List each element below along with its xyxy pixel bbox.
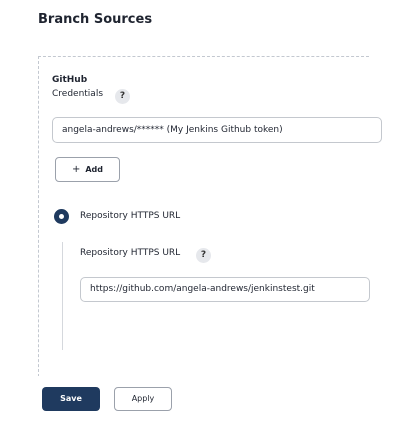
credentials-select[interactable]: angela-andrews/****** (My Jenkins Github…: [52, 117, 382, 143]
repository-https-url-radio-label[interactable]: Repository HTTPS URL: [80, 211, 180, 221]
add-credentials-button[interactable]: + Add: [55, 157, 120, 182]
nested-section-rule: [62, 242, 63, 350]
repository-url-help-icon[interactable]: ?: [196, 248, 211, 263]
save-button[interactable]: Save: [42, 387, 100, 411]
repository-url-input[interactable]: https://github.com/angela-andrews/jenkin…: [80, 277, 370, 302]
add-button-label: Add: [85, 165, 104, 174]
repository-url-label: Repository HTTPS URL: [80, 248, 181, 258]
repository-https-url-radio[interactable]: [54, 209, 69, 224]
apply-button[interactable]: Apply: [114, 387, 172, 411]
credentials-label: Credentials: [52, 89, 104, 99]
source-name: GitHub: [52, 75, 88, 85]
branch-sources-page: Branch Sources GitHub Credentials ? ange…: [0, 0, 401, 427]
credentials-help-icon[interactable]: ?: [115, 89, 130, 104]
section-title: Branch Sources: [38, 12, 153, 27]
plus-icon: +: [71, 164, 81, 175]
